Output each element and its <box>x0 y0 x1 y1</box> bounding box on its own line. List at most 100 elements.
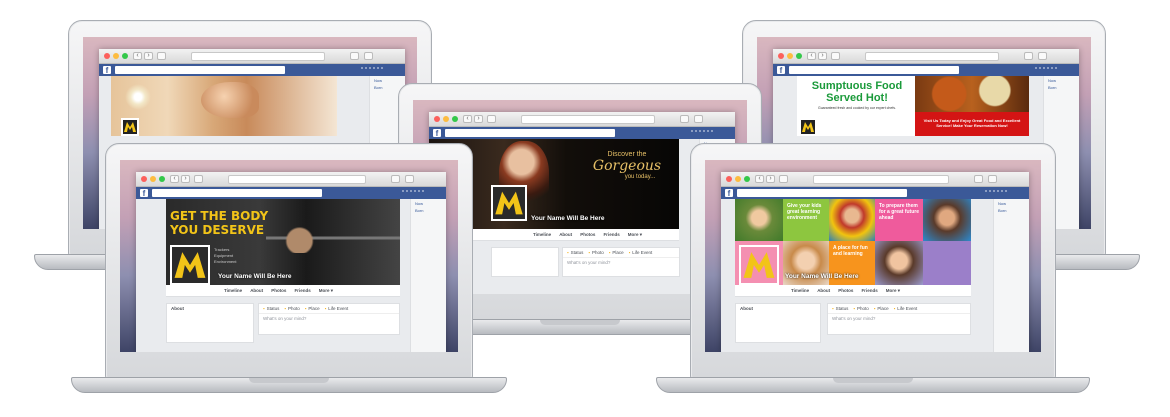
sidebar-icon[interactable] <box>831 52 840 60</box>
address-bar[interactable] <box>813 175 949 184</box>
facebook-search-input[interactable] <box>445 129 615 137</box>
minimize-window-button[interactable] <box>150 176 156 182</box>
share-icon[interactable] <box>974 175 983 183</box>
forward-arrow-icon[interactable]: › <box>144 52 153 60</box>
sidebar-item[interactable]: Born <box>994 206 1029 213</box>
back-arrow-icon[interactable]: ‹ <box>755 175 764 183</box>
address-bar[interactable] <box>521 115 655 124</box>
tab-about[interactable]: About <box>817 288 830 293</box>
tab-photos[interactable]: Photos <box>271 288 286 293</box>
facebook-logo[interactable]: f <box>103 66 111 75</box>
tabs-icon[interactable] <box>405 175 414 183</box>
composer-input[interactable]: What's on your mind? <box>259 314 399 323</box>
close-window-button[interactable] <box>141 176 147 182</box>
composer-input[interactable]: What's on your mind? <box>563 258 679 267</box>
status-button[interactable]: Status <box>263 306 280 311</box>
facebook-nav-icons[interactable] <box>402 190 424 196</box>
facebook-nav-icons[interactable] <box>985 190 1007 196</box>
forward-arrow-icon[interactable]: › <box>474 115 483 123</box>
facebook-nav-icons[interactable] <box>691 130 713 136</box>
profile-picture[interactable] <box>739 245 779 285</box>
address-bar[interactable] <box>865 52 999 61</box>
facebook-nav-icons[interactable] <box>1035 67 1057 73</box>
status-button[interactable]: Status <box>567 250 584 255</box>
share-icon[interactable] <box>1024 52 1033 60</box>
sidebar-item[interactable]: Now <box>370 76 405 83</box>
minimize-window-button[interactable] <box>443 116 449 122</box>
sidebar-item[interactable]: Now <box>411 199 446 206</box>
place-button[interactable]: Place <box>609 250 623 255</box>
photo-button[interactable]: Photo <box>853 306 869 311</box>
facebook-logo[interactable]: f <box>777 66 785 75</box>
back-arrow-icon[interactable]: ‹ <box>807 52 816 60</box>
tab-friends[interactable]: Friends <box>294 288 310 293</box>
life-event-button[interactable]: Life Event <box>894 306 917 311</box>
tabs-icon[interactable] <box>988 175 997 183</box>
facebook-search-input[interactable] <box>115 66 285 74</box>
forward-arrow-icon[interactable]: › <box>181 175 190 183</box>
tab-photos[interactable]: Photos <box>580 232 595 237</box>
facebook-search-input[interactable] <box>737 189 907 197</box>
zoom-window-button[interactable] <box>452 116 458 122</box>
zoom-window-button[interactable] <box>122 53 128 59</box>
sidebar-item[interactable]: Born <box>411 206 446 213</box>
minimize-window-button[interactable] <box>787 53 793 59</box>
facebook-logo[interactable]: f <box>725 189 733 198</box>
zoom-window-button[interactable] <box>159 176 165 182</box>
facebook-logo[interactable]: f <box>433 129 441 138</box>
profile-picture[interactable] <box>491 185 527 221</box>
sidebar-icon[interactable] <box>779 175 788 183</box>
tab-more[interactable]: More ▾ <box>628 232 642 238</box>
minimize-window-button[interactable] <box>735 176 741 182</box>
close-window-button[interactable] <box>434 116 440 122</box>
tab-more[interactable]: More ▾ <box>319 288 333 294</box>
minimize-window-button[interactable] <box>113 53 119 59</box>
tab-about[interactable]: About <box>559 232 572 237</box>
tab-timeline[interactable]: Timeline <box>224 288 242 293</box>
sidebar-item[interactable]: Born <box>1044 83 1079 90</box>
tab-timeline[interactable]: Timeline <box>533 232 551 237</box>
photo-button[interactable]: Photo <box>284 306 300 311</box>
sidebar-icon[interactable] <box>157 52 166 60</box>
tab-photos[interactable]: Photos <box>838 288 853 293</box>
tab-more[interactable]: More ▾ <box>886 288 900 294</box>
tabs-icon[interactable] <box>1038 52 1047 60</box>
profile-picture[interactable] <box>170 245 210 285</box>
close-window-button[interactable] <box>104 53 110 59</box>
share-icon[interactable] <box>680 115 689 123</box>
tab-timeline[interactable]: Timeline <box>791 288 809 293</box>
facebook-nav-icons[interactable] <box>361 67 383 73</box>
back-arrow-icon[interactable]: ‹ <box>170 175 179 183</box>
sidebar-item[interactable]: Now <box>1044 76 1079 83</box>
facebook-logo[interactable]: f <box>140 189 148 198</box>
status-button[interactable]: Status <box>832 306 849 311</box>
tab-about[interactable]: About <box>250 288 263 293</box>
sidebar-icon[interactable] <box>487 115 496 123</box>
back-arrow-icon[interactable]: ‹ <box>463 115 472 123</box>
forward-arrow-icon[interactable]: › <box>818 52 827 60</box>
sidebar-icon[interactable] <box>194 175 203 183</box>
tab-friends[interactable]: Friends <box>603 232 619 237</box>
share-icon[interactable] <box>391 175 400 183</box>
place-button[interactable]: Place <box>874 306 888 311</box>
address-bar[interactable] <box>228 175 366 184</box>
zoom-window-button[interactable] <box>796 53 802 59</box>
composer-input[interactable]: What's on your mind? <box>828 314 970 323</box>
close-window-button[interactable] <box>726 176 732 182</box>
forward-arrow-icon[interactable]: › <box>766 175 775 183</box>
place-button[interactable]: Place <box>305 306 319 311</box>
facebook-search-input[interactable] <box>789 66 959 74</box>
tab-friends[interactable]: Friends <box>861 288 877 293</box>
sidebar-item[interactable]: Now <box>994 199 1029 206</box>
life-event-button[interactable]: Life Event <box>325 306 348 311</box>
close-window-button[interactable] <box>778 53 784 59</box>
photo-button[interactable]: Photo <box>588 250 604 255</box>
tabs-icon[interactable] <box>694 115 703 123</box>
address-bar[interactable] <box>191 52 325 61</box>
life-event-button[interactable]: Life Event <box>629 250 652 255</box>
share-icon[interactable] <box>350 52 359 60</box>
back-arrow-icon[interactable]: ‹ <box>133 52 142 60</box>
tabs-icon[interactable] <box>364 52 373 60</box>
zoom-window-button[interactable] <box>744 176 750 182</box>
facebook-search-input[interactable] <box>152 189 322 197</box>
